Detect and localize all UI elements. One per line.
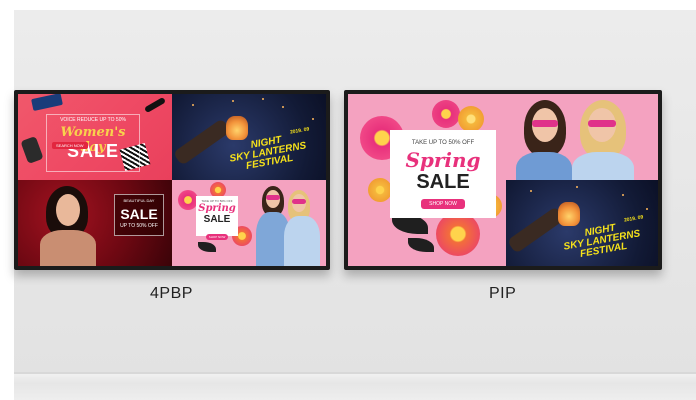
lantern-image (558, 202, 580, 226)
lantern-dot (312, 118, 314, 120)
person-left-sunglasses (266, 195, 280, 200)
lantern-dot (192, 104, 194, 106)
promo-top-text: VOICE REDUCE UP TO 50% (60, 117, 126, 123)
lantern-dot (622, 194, 624, 196)
lantern-dot (282, 106, 284, 108)
lantern-image (226, 116, 248, 140)
flower-image (432, 100, 460, 128)
screen-pip: TAKE UP TO 50% OFF Spring SALE SHOP NOW … (348, 94, 658, 266)
search-now-button: SEARCH NOW (52, 142, 88, 149)
floor (14, 372, 696, 400)
flower-image (178, 190, 198, 210)
person-right-body (284, 216, 320, 266)
shoe-image (143, 96, 167, 114)
beauty-sub-text: UP TO 50% OFF (120, 223, 158, 229)
spring-headline: Spring (198, 203, 236, 214)
leaf-image (408, 238, 434, 252)
pip-spring-sale-text: SALE (416, 171, 470, 193)
model-body (40, 230, 96, 266)
pip-shop-now-button: SHOP NOW (421, 199, 465, 209)
screen-4pbp: VOICE REDUCE UP TO 50% Women's day SALE … (18, 94, 326, 266)
tile-lanterns: 2019. 09 NIGHT SKY LANTERNS FESTIVAL (172, 94, 326, 180)
pip-spring-sale-card: TAKE UP TO 50% OFF Spring SALE SHOP NOW (390, 130, 496, 218)
flower-image (368, 178, 392, 202)
flower-image (458, 106, 484, 132)
monitor-4pbp: VOICE REDUCE UP TO 50% Women's day SALE … (14, 90, 330, 270)
lantern-dot (530, 190, 532, 192)
beauty-top-text: BEAUTIFUL DAY (123, 198, 155, 203)
caption-pip: PIP (489, 285, 517, 302)
pip-spring-headline: Spring (405, 148, 481, 172)
beauty-sale-text: SALE (120, 206, 158, 222)
spring-sale-card: TAKE UP TO 50% OFF Spring SALE SHOP NOW (196, 196, 238, 240)
tile-beauty: BEAUTIFUL DAY SALE UP TO 50% OFF (18, 180, 172, 266)
lantern-dot (576, 186, 578, 188)
lantern-dot (262, 98, 264, 100)
pip-person-right-sunglasses (588, 120, 616, 127)
tile-womens-day: VOICE REDUCE UP TO 50% Women's day SALE … (18, 94, 172, 180)
pip-person-left-sunglasses (532, 120, 558, 127)
lantern-dot (232, 100, 234, 102)
pip-inset-lanterns: 2019. 09 NIGHT SKY LANTERNS FESTIVAL (506, 180, 658, 266)
model-face (56, 194, 80, 226)
person-right-sunglasses (292, 199, 306, 204)
beauty-sale-card: BEAUTIFUL DAY SALE UP TO 50% OFF (114, 194, 164, 236)
sandal-image (20, 135, 44, 165)
lantern-dot (646, 208, 648, 210)
monitor-pip: TAKE UP TO 50% OFF Spring SALE SHOP NOW … (344, 90, 662, 270)
pip-spring-top-text: TAKE UP TO 50% OFF (411, 140, 475, 146)
spring-sale-text: SALE (203, 214, 231, 225)
handbag-image (31, 94, 63, 111)
leaf-image (198, 242, 216, 252)
caption-4pbp: 4PBP (150, 285, 193, 302)
shop-now-button: SHOP NOW (205, 234, 229, 240)
tile-spring: TAKE UP TO 50% OFF Spring SALE SHOP NOW (172, 180, 326, 266)
floor-edge (14, 372, 696, 374)
flower-image (436, 212, 480, 256)
